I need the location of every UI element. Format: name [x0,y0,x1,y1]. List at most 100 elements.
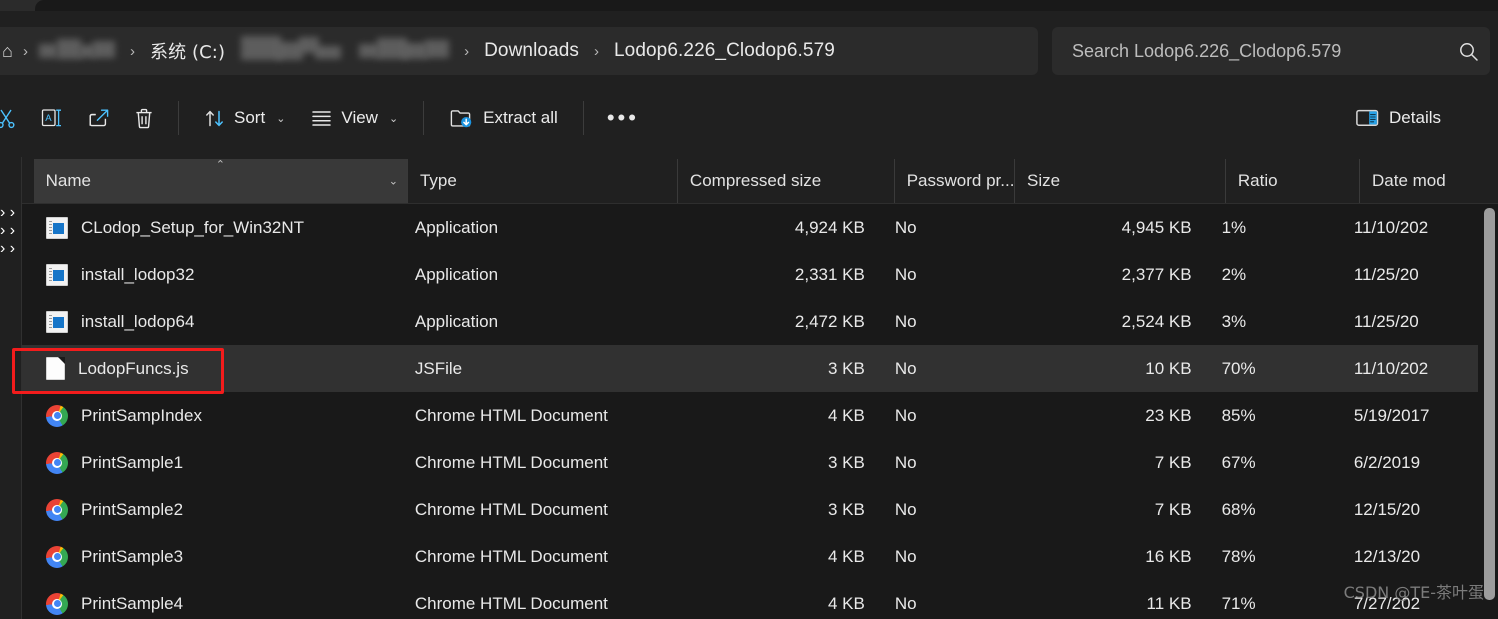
file-name: PrintSample3 [81,546,184,566]
rename-button[interactable]: A [28,95,76,141]
share-button[interactable] [76,95,122,141]
file-password-protected-cell: No [894,264,917,284]
breadcrumb-separator-0: › [23,42,28,60]
breadcrumb[interactable]: ⌂ › › 系统 (C:) › Downloads › Lodop6.226_C… [0,27,1038,75]
chevron-down-icon[interactable]: ⌄ [389,112,398,125]
file-compressed-size-cell: 4,924 KB [794,217,865,237]
breadcrumb-item-downloads[interactable]: Downloads [478,37,585,65]
toolbar-divider-1 [178,101,179,135]
column-header-password-protected[interactable]: Password pr... [895,159,1016,203]
file-name-cell[interactable]: CLodop_Setup_for_Win32NT [34,216,403,239]
table-row[interactable]: PrintSample3 Chrome HTML Document 4 KB N… [0,533,1478,580]
file-password-protected-cell: No [894,311,917,331]
table-row[interactable]: PrintSample2 Chrome HTML Document 3 KB N… [0,486,1478,533]
column-header-type[interactable]: Type [408,159,678,203]
file-name: PrintSample1 [81,452,184,472]
application-icon [46,310,68,333]
file-name-cell[interactable]: PrintSample1 [34,451,403,474]
vertical-scrollbar[interactable] [1481,204,1498,619]
home-icon[interactable]: ⌂ [2,41,12,62]
column-header-size[interactable]: Size [1015,159,1226,203]
file-ratio-cell: 1% [1221,217,1247,237]
breadcrumb-separator-2: › [464,42,470,60]
extract-all-button[interactable]: Extract all [436,95,571,141]
js-file-icon [46,357,65,380]
cut-button[interactable] [0,95,28,141]
column-header-ratio-label: Ratio [1237,171,1278,190]
table-row[interactable]: install_lodop64 Application 2,472 KB No … [0,298,1478,345]
file-date-modified-cell: 12/13/20 [1353,546,1421,566]
file-ratio-cell: 68% [1221,499,1256,519]
file-password-protected-cell: No [894,499,917,519]
breadcrumb-item-current-folder[interactable]: Lodop6.226_Clodop6.579 [608,37,841,65]
file-name: PrintSample4 [81,593,184,613]
file-name-cell[interactable]: PrintSample2 [34,498,403,521]
file-type-cell: Chrome HTML Document [414,452,608,472]
column-header-name[interactable]: ⌃ Name ⌄ [33,159,408,203]
chevron-right-icon[interactable]: › [10,204,15,221]
file-name-cell[interactable]: PrintSampIndex [34,404,403,427]
search-box[interactable]: Search Lodop6.226_Clodop6.579 [1052,27,1490,75]
file-password-protected-cell: No [894,593,917,613]
chevron-right-icon[interactable]: › [0,240,5,257]
command-bar: A Sort ⌄ View ⌄ Extract all ••• Details [0,79,1498,157]
navigation-pane-items[interactable]: › › › › › › [0,204,21,619]
search-input[interactable]: Search Lodop6.226_Clodop6.579 [1052,41,1446,62]
breadcrumb-item-redacted-3[interactable] [359,38,455,64]
file-name-cell[interactable]: LodopFuncs.js [34,357,403,380]
more-options-button[interactable]: ••• [596,95,650,141]
sort-button[interactable]: Sort ⌄ [191,95,298,141]
column-header-compressed-size-label: Compressed size [689,171,822,190]
breadcrumb-item-redacted-1[interactable] [37,38,121,64]
details-label: Details [1389,108,1441,127]
chevron-down-icon[interactable]: ⌄ [389,175,398,188]
column-header-ratio[interactable]: Ratio [1226,159,1360,203]
file-password-protected-cell: No [894,546,917,566]
breadcrumb-separator-1: › [130,42,135,60]
view-button[interactable]: View ⌄ [298,95,411,141]
application-icon [46,263,68,286]
column-header-date-modified[interactable]: Date mod [1360,159,1498,203]
file-name-cell[interactable]: install_lodop32 [34,263,403,286]
column-header-compressed-size[interactable]: Compressed size [678,159,895,203]
active-tab[interactable] [35,0,1498,11]
file-name: install_lodop32 [81,264,195,284]
file-name-cell[interactable]: PrintSample3 [34,545,403,568]
file-type-cell: Chrome HTML Document [414,499,608,519]
column-header-size-label: Size [1027,171,1061,190]
file-ratio-cell: 71% [1221,593,1256,613]
chevron-right-icon[interactable]: › [0,204,5,221]
scrollbar-thumb[interactable] [1484,208,1495,600]
table-row[interactable]: PrintSample4 Chrome HTML Document 4 KB N… [0,580,1478,619]
file-name-cell[interactable]: install_lodop64 [34,310,403,333]
delete-button[interactable] [122,95,166,141]
chevron-right-icon[interactable]: › [10,222,15,239]
file-size-cell: 7 KB [1154,452,1192,472]
table-row[interactable]: PrintSampIndex Chrome HTML Document 4 KB… [0,392,1478,439]
file-list[interactable]: CLodop_Setup_for_Win32NT Application 4,9… [0,204,1498,619]
table-row[interactable]: install_lodop32 Application 2,331 KB No … [0,251,1478,298]
file-compressed-size-cell: 4 KB [827,593,865,613]
file-date-modified-cell: 7/27/202 [1353,593,1421,613]
breadcrumb-item-redacted-2[interactable] [241,36,345,64]
file-password-protected-cell: No [894,405,917,425]
table-row[interactable]: CLodop_Setup_for_Win32NT Application 4,9… [0,204,1478,251]
search-icon[interactable] [1446,41,1490,62]
chevron-right-icon[interactable]: › [0,222,5,239]
column-header-row: ⌃ Name ⌄ Type Compressed size Password p… [0,159,1498,204]
table-row[interactable]: PrintSample1 Chrome HTML Document 3 KB N… [0,439,1478,486]
file-date-modified-cell: 11/25/20 [1353,311,1419,331]
chevron-down-icon[interactable]: ⌄ [276,112,285,125]
file-size-cell: 23 KB [1145,405,1192,425]
table-row-selected[interactable]: LodopFuncs.js JSFile 3 KB No 10 KB 70% 1… [0,345,1478,392]
file-name-cell[interactable]: PrintSample4 [34,592,403,615]
file-date-modified-cell: 11/25/20 [1353,264,1419,284]
breadcrumb-item-system-c[interactable]: 系统 (C:) [144,35,231,67]
chrome-icon [46,404,68,427]
file-password-protected-cell: No [894,217,917,237]
chrome-icon [46,545,68,568]
details-pane-button[interactable]: Details [1342,95,1454,141]
chevron-right-icon[interactable]: › [10,240,15,257]
file-date-modified-cell: 12/15/20 [1353,499,1421,519]
file-size-cell: 10 KB [1145,358,1192,378]
